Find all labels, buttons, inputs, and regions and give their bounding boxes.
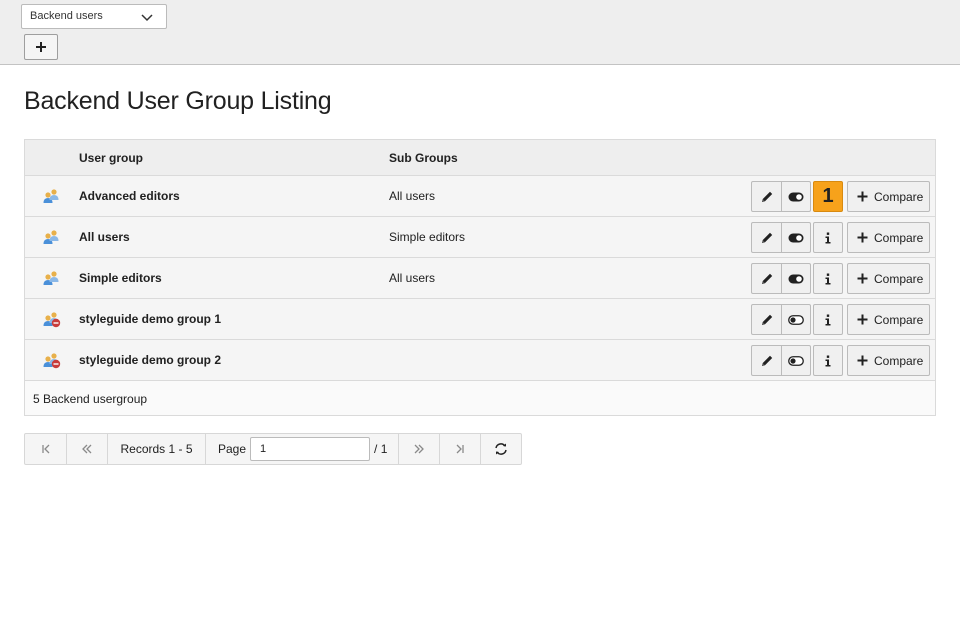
toggle-off-icon bbox=[788, 314, 804, 325]
compare-button[interactable]: Compare bbox=[847, 263, 930, 294]
usergroup-disabled-icon bbox=[43, 353, 61, 369]
compare-button[interactable]: Compare bbox=[847, 304, 930, 335]
compare-label: Compare bbox=[874, 312, 924, 327]
row-actions bbox=[751, 263, 811, 294]
plus-icon bbox=[857, 191, 868, 202]
compare-button[interactable]: Compare bbox=[847, 345, 930, 376]
toggle-button[interactable] bbox=[781, 264, 810, 293]
table-row: All users Simple editors Compare bbox=[25, 217, 935, 258]
records-range: Records 1 - 5 bbox=[107, 434, 205, 464]
add-button[interactable] bbox=[24, 34, 58, 60]
page-total: / 1 bbox=[374, 442, 388, 456]
table-row: Advanced editors All users 1 Compare bbox=[25, 176, 935, 217]
usergroup-icon bbox=[43, 271, 59, 285]
toggle-on-icon bbox=[788, 274, 804, 283]
table-row: styleguide demo group 1 Compare bbox=[25, 299, 935, 340]
pencil-icon bbox=[761, 273, 772, 284]
last-page-button[interactable] bbox=[439, 434, 480, 464]
edit-button[interactable] bbox=[752, 264, 781, 293]
table-row: Simple editors All users Compare bbox=[25, 258, 935, 299]
chevron-down-icon bbox=[141, 14, 153, 22]
usergroup-icon bbox=[43, 230, 59, 244]
info-button[interactable]: 1 bbox=[813, 181, 843, 212]
edit-button[interactable] bbox=[752, 182, 781, 211]
subgroups: All users bbox=[389, 271, 436, 285]
group-name[interactable]: Simple editors bbox=[79, 271, 162, 285]
pencil-icon bbox=[761, 191, 772, 202]
table-footer: 5 Backend usergroup bbox=[25, 381, 935, 415]
double-chevron-left-icon bbox=[82, 444, 92, 454]
pencil-icon bbox=[761, 314, 772, 325]
subgroups: All users bbox=[389, 189, 436, 203]
compare-label: Compare bbox=[874, 271, 924, 286]
page-title: Backend User Group Listing bbox=[24, 87, 332, 115]
subgroups: Simple editors bbox=[389, 230, 466, 244]
compare-button[interactable]: Compare bbox=[847, 181, 930, 212]
compare-button[interactable]: Compare bbox=[847, 222, 930, 253]
info-icon bbox=[825, 314, 831, 325]
docheader: Backend users bbox=[0, 0, 960, 65]
group-name[interactable]: styleguide demo group 2 bbox=[79, 353, 221, 367]
compare-label: Compare bbox=[874, 353, 924, 368]
info-button[interactable] bbox=[813, 304, 843, 335]
usergroup-icon bbox=[43, 189, 59, 203]
usergroup-disabled-icon bbox=[43, 312, 61, 328]
refresh-icon bbox=[495, 443, 507, 455]
toggle-button[interactable] bbox=[781, 346, 810, 375]
info-icon bbox=[825, 273, 831, 284]
pencil-icon bbox=[761, 232, 772, 243]
page-number-input[interactable]: 1 bbox=[250, 437, 371, 461]
compare-label: Compare bbox=[874, 230, 924, 245]
record-count: 5 Backend usergroup bbox=[33, 392, 148, 406]
edit-button[interactable] bbox=[752, 305, 781, 334]
info-button[interactable] bbox=[813, 222, 843, 253]
plus-icon bbox=[857, 232, 868, 243]
row-actions bbox=[751, 304, 811, 335]
plus-icon bbox=[857, 355, 868, 366]
double-chevron-right-icon bbox=[414, 444, 424, 454]
page-selector: Page 1 / 1 bbox=[205, 434, 398, 464]
first-page-button[interactable] bbox=[25, 434, 66, 464]
info-button[interactable] bbox=[813, 345, 843, 376]
refresh-button[interactable] bbox=[480, 434, 521, 464]
toggle-on-icon bbox=[788, 192, 804, 201]
toggle-off-icon bbox=[788, 355, 804, 366]
previous-page-button[interactable] bbox=[66, 434, 107, 464]
edit-button[interactable] bbox=[752, 346, 781, 375]
table-row: styleguide demo group 2 Compare bbox=[25, 340, 935, 381]
toggle-on-icon bbox=[788, 233, 804, 242]
group-name[interactable]: Advanced editors bbox=[79, 189, 180, 203]
table-header: User group Sub Groups bbox=[25, 140, 935, 176]
edit-button[interactable] bbox=[752, 223, 781, 252]
plus-icon bbox=[857, 314, 868, 325]
group-name[interactable]: All users bbox=[79, 230, 130, 244]
column-header-subgroups[interactable]: Sub Groups bbox=[389, 151, 458, 165]
row-actions bbox=[751, 181, 811, 212]
toggle-button[interactable] bbox=[781, 223, 810, 252]
plus-icon bbox=[857, 273, 868, 284]
toggle-button[interactable] bbox=[781, 305, 810, 334]
group-name[interactable]: styleguide demo group 1 bbox=[79, 312, 221, 326]
info-icon bbox=[825, 355, 831, 366]
column-header-group[interactable]: User group bbox=[79, 151, 143, 165]
row-actions bbox=[751, 345, 811, 376]
module-select-value: Backend users bbox=[30, 10, 103, 22]
info-badge: 1 bbox=[822, 185, 834, 207]
next-page-button[interactable] bbox=[398, 434, 439, 464]
row-actions bbox=[751, 222, 811, 253]
compare-label: Compare bbox=[874, 189, 924, 204]
last-page-icon bbox=[456, 444, 464, 454]
first-page-icon bbox=[41, 444, 49, 454]
plus-icon bbox=[36, 42, 46, 52]
info-button[interactable] bbox=[813, 263, 843, 294]
usergroup-table: User group Sub Groups Advanced editors A… bbox=[24, 139, 936, 416]
pagination: Records 1 - 5 Page 1 / 1 bbox=[24, 433, 522, 465]
info-icon bbox=[825, 232, 831, 243]
pencil-icon bbox=[761, 355, 772, 366]
module-select[interactable]: Backend users bbox=[21, 4, 167, 29]
toggle-button[interactable] bbox=[781, 182, 810, 211]
page-label: Page bbox=[218, 442, 247, 456]
